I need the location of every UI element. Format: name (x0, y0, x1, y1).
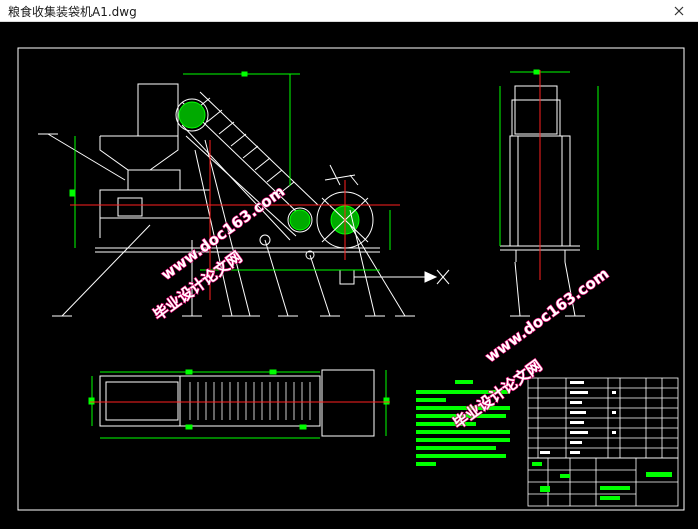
close-button[interactable] (664, 0, 694, 22)
watermark-center: 毕业设计论文网 www.doc163.com (149, 182, 288, 325)
watermark-right-line1: 毕业设计论文网 (450, 356, 546, 432)
top-view-slats (189, 382, 311, 420)
top-view (99, 369, 375, 437)
watermark-right-line2: www.doc163.com (482, 264, 612, 366)
parts-list (527, 377, 679, 459)
side-view (500, 85, 585, 317)
front-view (47, 83, 450, 317)
window-title: 粮食收集装袋机A1.dwg (8, 5, 137, 19)
front-view-dimensions (69, 71, 391, 271)
title-bar: 粮食收集装袋机A1.dwg (0, 0, 698, 22)
parts-list-text (540, 381, 616, 454)
close-icon (674, 6, 684, 16)
drawing-canvas[interactable]: 毕业设计论文网 www.doc163.com 毕业设计论文网 www.doc16… (0, 22, 698, 529)
cad-drawing: 毕业设计论文网 www.doc163.com 毕业设计论文网 www.doc16… (17, 47, 685, 511)
top-view-dimensions (88, 369, 390, 439)
